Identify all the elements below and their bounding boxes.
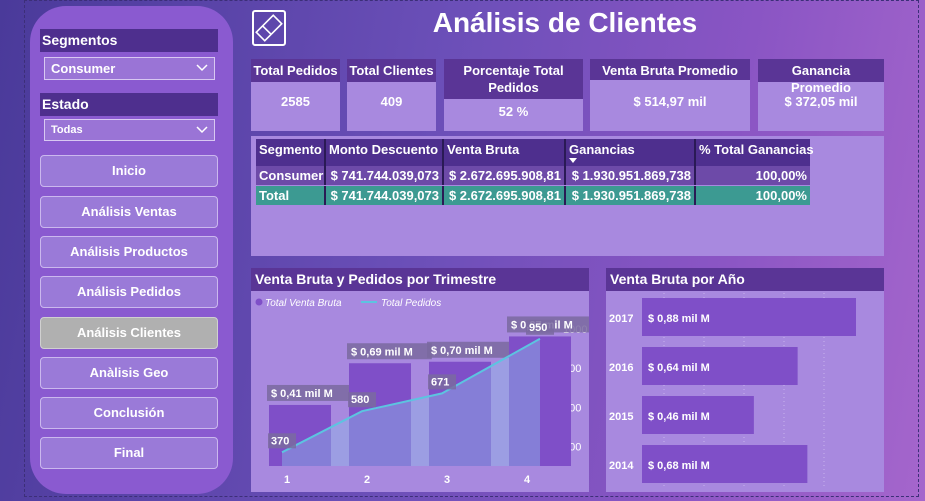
segmentos-filter-label: Segmentos (40, 29, 218, 52)
table-header-row: Segmento Monto Descuento Venta Bruta Gan… (256, 139, 814, 166)
table-cell: Total (256, 186, 326, 205)
table-cell: $ 2.672.695.908,81 (444, 166, 566, 185)
nav-analisis-pedidos-button[interactable]: Análisis Pedidos (40, 276, 218, 308)
column-header[interactable]: % Total Ganancias (696, 139, 814, 166)
table-cell: $ 741.744.039,073 (326, 186, 444, 205)
page-title: Análisis de Clientes (432, 7, 698, 38)
sort-descending-icon (569, 158, 577, 163)
data-label-venta-bruta: $ 0,70 mil M (431, 345, 493, 357)
eraser-icon[interactable] (252, 10, 286, 46)
column-header[interactable]: Venta Bruta (444, 139, 566, 166)
kpi-total-pedidos: Total Pedidos 2585 (251, 59, 340, 131)
column-header[interactable]: Ganancias (566, 139, 696, 166)
chevron-down-icon (196, 64, 208, 72)
x-axis-tick-label: 4 (524, 474, 531, 486)
kpi-label: Total Clientes (347, 59, 436, 82)
segment-table: Segmento Monto Descuento Venta Bruta Gan… (251, 136, 884, 256)
column-header-label: Ganancias (569, 142, 635, 157)
data-label-pedidos: 950 (529, 322, 547, 334)
year-chart-panel: Venta Bruta por Año $ 0,88 mil M 2017 $ 0,… (606, 268, 884, 492)
table-cell: $ 2.672.695.908,81 (444, 186, 566, 205)
estado-filter-label: Estado (40, 93, 218, 116)
x-axis-tick-label: 2 (364, 474, 370, 486)
data-label-venta-bruta-anio: $ 0,88 mil M (648, 313, 710, 325)
data-label-venta-bruta: $ 0,41 mil M (271, 388, 333, 400)
column-header[interactable]: Monto Descuento (326, 139, 444, 166)
nav-inicio-button[interactable]: Inicio (40, 155, 218, 187)
table-cell: 100,00% (696, 186, 810, 205)
data-label-venta-bruta: $ 0,69 mil M (351, 346, 413, 358)
chart-title: Venta Bruta y Pedidos por Trimestre (251, 268, 589, 291)
table-cell: Consumer (256, 166, 326, 185)
kpi-value: $ 372,05 mil (784, 94, 858, 109)
data-label-pedidos: 671 (431, 376, 449, 388)
x-axis-tick-label: 1 (284, 474, 290, 486)
column-header[interactable]: Segmento (256, 139, 326, 166)
table-cell: 100,00% (696, 166, 810, 185)
kpi-value: 409 (380, 94, 403, 109)
chart-title: Venta Bruta por Año (606, 268, 884, 291)
legend-label-pedidos: Total Pedidos (381, 298, 441, 309)
kpi-label: Porcentaje Total Pedidos (444, 59, 583, 99)
data-label-venta-bruta-anio: $ 0,64 mil M (648, 362, 710, 374)
data-label-pedidos: 580 (351, 394, 369, 406)
kpi-porcentaje-pedidos: Porcentaje Total Pedidos 52 % (444, 59, 583, 131)
data-label-venta-bruta-anio: $ 0,46 mil M (648, 411, 710, 423)
y-axis-tick-label: 2016 (609, 362, 633, 374)
table-total-row: Total $ 741.744.039,073 $ 2.672.695.908,… (256, 186, 810, 205)
nav-analisis-ventas-button[interactable]: Análisis Ventas (40, 196, 218, 228)
table-cell: $ 1.930.951.869,738 (566, 186, 696, 205)
legend-marker-venta-bruta (255, 298, 263, 306)
segmentos-dropdown[interactable]: Consumer (44, 57, 215, 80)
segmentos-selected-value: Consumer (51, 61, 116, 76)
kpi-label: Total Pedidos (251, 59, 340, 82)
y-axis-tick-label: 2015 (609, 411, 633, 423)
data-label-venta-bruta-anio: $ 0,68 mil M (648, 460, 710, 472)
chevron-down-icon (196, 126, 208, 134)
kpi-total-clientes: Total Clientes 409 (347, 59, 436, 131)
nav-analisis-clientes-button[interactable]: Análisis Clientes (40, 317, 218, 349)
estado-dropdown[interactable]: Todas (44, 119, 215, 141)
nav-analisis-productos-button[interactable]: Análisis Productos (40, 236, 218, 268)
year-chart: $ 0,88 mil M 2017 $ 0,64 mil M 2016 $ 0,46 m… (609, 293, 856, 487)
kpi-value: 2585 (281, 94, 310, 109)
table-cell: $ 1.930.951.869,738 (566, 166, 696, 185)
legend-label-venta-bruta: Total Venta Bruta (265, 298, 342, 309)
nav-analisis-geo-button[interactable]: Anàlisis Geo (40, 357, 218, 389)
kpi-value: 52 % (498, 104, 529, 119)
kpi-label: Venta Bruta Promedio (590, 59, 750, 80)
y-axis-tick-label: 2017 (609, 313, 633, 325)
x-axis-tick-label: 3 (444, 474, 450, 486)
nav-conclusion-button[interactable]: Conclusión (40, 397, 218, 429)
sidebar: Segmentos Consumer Estado Todas Inicio A… (30, 6, 233, 494)
estado-selected-value: Todas (51, 124, 83, 136)
quarter-chart-panel: Venta Bruta y Pedidos por Trimestre Tota… (251, 268, 589, 492)
table-row: Consumer $ 741.744.039,073 $ 2.672.695.9… (256, 166, 810, 185)
nav-final-button[interactable]: Final (40, 437, 218, 469)
data-label-pedidos: 370 (271, 435, 289, 447)
kpi-label: Ganancia Promedio (758, 59, 884, 95)
y-axis-tick-label: 2014 (609, 460, 634, 472)
kpi-venta-bruta-promedio: Venta Bruta Promedio $ 514,97 mil (590, 59, 750, 131)
kpi-value: $ 514,97 mil (633, 94, 707, 109)
table-cell: $ 741.744.039,073 (326, 166, 444, 185)
quarter-chart: Total Venta BrutaTotal Pedidos1000800600… (255, 298, 589, 486)
kpi-ganancia-promedio: Ganancia Promedio $ 372,05 mil (758, 59, 884, 131)
